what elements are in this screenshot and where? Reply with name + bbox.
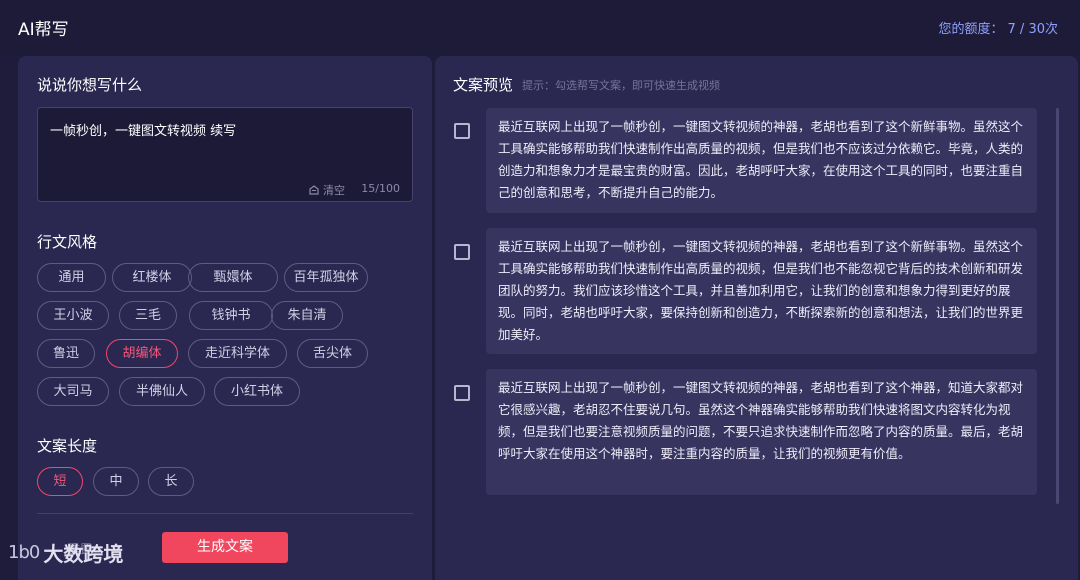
top-bar: AI帮写 您的额度： 7 / 30次: [0, 0, 1080, 55]
preview-section-title: 文案预览: [453, 76, 514, 94]
watermark-brand: 大数跨境: [43, 542, 124, 566]
watermark: 1b0 大数跨境: [8, 538, 123, 567]
char-counter: 15/100: [361, 182, 400, 195]
preview-card-1[interactable]: 最近互联网上出现了一帧秒创，一键图文转视频的神器，老胡也看到了这个新鲜事物。虽然…: [486, 108, 1037, 213]
clear-label: 清空: [323, 184, 345, 197]
prompt-input[interactable]: 一帧秒创，一键图文转视频 续写 清空 15/100: [37, 107, 413, 202]
clear-icon: [309, 185, 319, 195]
scrollbar[interactable]: [1056, 108, 1059, 504]
app-title: AI帮写: [18, 20, 69, 40]
clear-button[interactable]: 清空: [308, 182, 345, 198]
style-chip-走近科学体[interactable]: 走近科学体: [188, 339, 287, 368]
preview-card-2[interactable]: 最近互联网上出现了一帧秒创，一键图文转视频的神器，老胡也看到了这个新鲜事物。虽然…: [486, 228, 1037, 354]
style-chip-甄嬛体[interactable]: 甄嬛体: [188, 263, 278, 292]
style-chip-大司马[interactable]: 大司马: [37, 377, 109, 406]
card-checkbox-3[interactable]: [454, 385, 470, 401]
style-chip-百年孤独体[interactable]: 百年孤独体: [284, 263, 368, 292]
style-chip-朱自清[interactable]: 朱自清: [271, 301, 343, 330]
generate-button[interactable]: 生成文案: [162, 532, 288, 563]
preview-card-3[interactable]: 最近互联网上出现了一帧秒创，一键图文转视频的神器，老胡也看到了这个神器，知道大家…: [486, 369, 1037, 495]
style-chip-舌尖体[interactable]: 舌尖体: [297, 339, 368, 368]
style-chip-通用[interactable]: 通用: [37, 263, 106, 292]
style-chip-半佛仙人[interactable]: 半佛仙人: [119, 377, 205, 406]
length-chip-长[interactable]: 长: [148, 467, 194, 496]
style-chip-钱钟书[interactable]: 钱钟书: [189, 301, 273, 330]
quota-label: 您的额度：: [938, 22, 1004, 37]
style-section-title: 行文风格: [37, 233, 98, 251]
length-section-title: 文案长度: [37, 437, 98, 455]
preview-hint: 提示：勾选帮写文案，即可快速生成视频: [522, 79, 720, 92]
settings-panel: 说说你想写什么 一帧秒创，一键图文转视频 续写 清空 15/100 行文风格 通…: [18, 56, 432, 580]
quota-display: 您的额度： 7 / 30次: [939, 18, 1058, 37]
style-chip-小红书体[interactable]: 小红书体: [214, 377, 300, 406]
divider: [37, 513, 413, 514]
style-chip-鲁迅[interactable]: 鲁迅: [37, 339, 95, 368]
style-chip-王小波[interactable]: 王小波: [37, 301, 109, 330]
style-chip-胡编体[interactable]: 胡编体: [106, 339, 178, 368]
style-chip-红楼体[interactable]: 红楼体: [112, 263, 192, 292]
quota-value: 7 / 30次: [1007, 22, 1058, 37]
length-chip-中[interactable]: 中: [93, 467, 139, 496]
prompt-text: 一帧秒创，一键图文转视频 续写: [50, 124, 237, 139]
prompt-section-title: 说说你想写什么: [37, 76, 143, 94]
watermark-logo: 1b0: [8, 542, 40, 563]
preview-panel: 文案预览 提示：勾选帮写文案，即可快速生成视频 最近互联网上出现了一帧秒创，一键…: [435, 56, 1078, 580]
length-chip-短[interactable]: 短: [37, 467, 83, 496]
style-chip-三毛[interactable]: 三毛: [119, 301, 177, 330]
card-checkbox-2[interactable]: [454, 244, 470, 260]
card-checkbox-1[interactable]: [454, 123, 470, 139]
